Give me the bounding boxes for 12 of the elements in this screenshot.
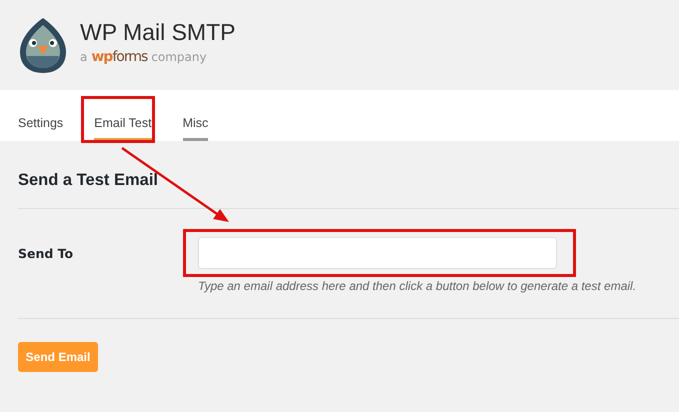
email-input-field[interactable] <box>198 237 557 269</box>
field-label: Send To <box>18 245 74 263</box>
tab[interactable]: Misc <box>182 90 208 141</box>
tagline-text: company <box>151 50 207 64</box>
brand-logo-text: wpforms <box>91 49 148 65</box>
app-title: WP Mail SMTP <box>80 19 236 46</box>
help-text: Type an email address here and then click a button below to generate a test email. <box>198 279 638 293</box>
pigeon-logo-icon <box>18 16 68 74</box>
tab[interactable]: Settings <box>18 90 64 141</box>
section-title: Send a Test Email <box>18 170 158 191</box>
tab[interactable]: Email Test <box>94 90 152 141</box>
tagline-text: a <box>80 50 88 64</box>
